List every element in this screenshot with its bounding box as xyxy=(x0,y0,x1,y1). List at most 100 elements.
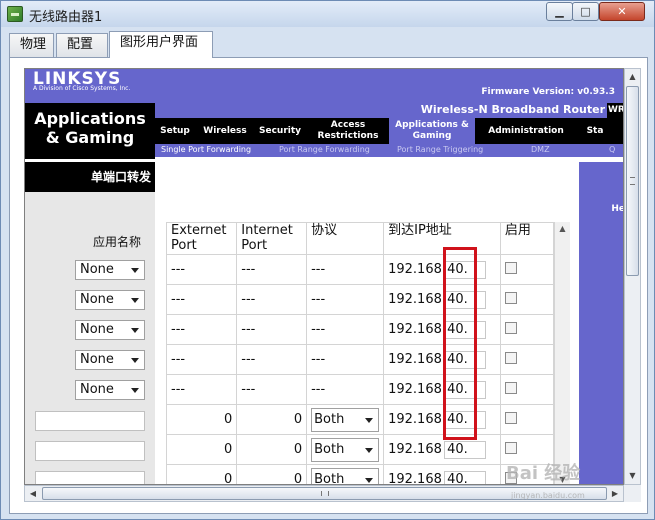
nav-security[interactable]: Security xyxy=(255,118,305,144)
ip-prefix: 192.168 xyxy=(388,471,442,485)
subnav-qos[interactable]: Q xyxy=(609,145,615,154)
internal-port-input[interactable]: 0 xyxy=(236,464,308,484)
enabled-checkbox[interactable] xyxy=(504,411,517,424)
app-select-1[interactable]: None xyxy=(75,260,145,280)
protocol-cell[interactable]: --- xyxy=(306,344,385,375)
window-title: 无线路由器1 xyxy=(29,10,103,25)
external-port-cell[interactable]: --- xyxy=(165,254,238,285)
page-subtitle: 单端口转发 xyxy=(25,162,155,192)
protocol-select[interactable]: Both xyxy=(311,407,380,432)
table-row: --- --- --- 192.168 40. xyxy=(165,314,555,345)
scroll-up-icon[interactable]: ▲ xyxy=(555,224,570,233)
chevron-down-icon xyxy=(131,388,139,393)
dest-ip-cell: 192.168 40. xyxy=(383,464,501,485)
nav-wireless[interactable]: Wireless xyxy=(199,118,251,144)
app-name-input-8[interactable] xyxy=(35,471,145,484)
protocol-cell[interactable]: --- xyxy=(306,254,385,285)
chevron-down-icon xyxy=(131,298,139,303)
dest-ip-cell: 192.168 40. xyxy=(383,374,501,405)
protocol-cell: Both xyxy=(306,404,385,435)
maximize-button[interactable]: □ xyxy=(572,2,599,21)
internal-port-input[interactable]: 0 xyxy=(236,434,308,465)
protocol-select[interactable]: Both xyxy=(311,467,380,484)
ip-prefix: 192.168 xyxy=(388,411,442,427)
ip-prefix: 192.168 xyxy=(388,381,442,397)
section-title: Applications & Gaming xyxy=(25,103,155,159)
nav-applications-gaming[interactable]: Applications & Gaming xyxy=(389,118,475,144)
chevron-down-icon xyxy=(365,447,374,453)
chevron-down-icon xyxy=(131,268,139,273)
enabled-checkbox[interactable] xyxy=(504,351,517,364)
sub-nav: Single Port Forwarding Port Range Forwar… xyxy=(155,144,623,157)
tab-config[interactable]: 配置 xyxy=(56,33,108,57)
internal-port-cell[interactable]: --- xyxy=(236,284,308,315)
subnav-port-triggering[interactable]: Port Range Triggering xyxy=(397,145,483,154)
enabled-checkbox[interactable] xyxy=(504,261,517,274)
nav-status[interactable]: Sta xyxy=(575,118,615,144)
help-link[interactable]: He xyxy=(611,204,623,214)
col-internal-port: Internet Port xyxy=(236,222,308,255)
app-select-5[interactable]: None xyxy=(75,380,145,400)
protocol-cell[interactable]: --- xyxy=(306,284,385,315)
scroll-left-icon[interactable]: ◀ xyxy=(25,486,41,501)
enabled-checkbox[interactable] xyxy=(504,381,517,394)
external-port-cell[interactable]: --- xyxy=(165,374,238,405)
table-row: 0 0 Both 192.168 40. xyxy=(165,464,555,485)
gui-panel: LINKSYS A Division of Cisco Systems, Inc… xyxy=(9,57,648,514)
internal-port-cell[interactable]: --- xyxy=(236,344,308,375)
internal-port-cell[interactable]: --- xyxy=(236,254,308,285)
external-port-cell[interactable]: --- xyxy=(165,344,238,375)
help-column: He xyxy=(576,162,623,484)
external-port-input[interactable]: 0 xyxy=(165,434,238,465)
model-name: WRT xyxy=(607,103,623,118)
app-select-4[interactable]: None xyxy=(75,350,145,370)
protocol-cell[interactable]: --- xyxy=(306,374,385,405)
enabled-cell xyxy=(499,374,555,405)
linksys-tagline: A Division of Cisco Systems, Inc. xyxy=(33,85,131,92)
app-name-input-6[interactable] xyxy=(35,411,145,431)
external-port-cell[interactable]: --- xyxy=(165,284,238,315)
ip-last-octet-input[interactable]: 40. xyxy=(444,470,487,484)
internal-port-cell[interactable]: --- xyxy=(236,374,308,405)
title-bar: 无线路由器1 ▁ □ ✕ xyxy=(1,1,654,27)
external-port-cell[interactable]: --- xyxy=(165,314,238,345)
subnav-single-port[interactable]: Single Port Forwarding xyxy=(161,145,251,154)
internal-port-cell[interactable]: --- xyxy=(236,314,308,345)
baidu-watermark-url: jingyan.baidu.com xyxy=(511,491,585,500)
dest-ip-cell: 192.168 40. xyxy=(383,344,501,375)
subnav-dmz[interactable]: DMZ xyxy=(531,145,550,154)
vertical-scroll-thumb[interactable] xyxy=(626,86,639,276)
tab-physical[interactable]: 物理 xyxy=(9,33,54,57)
scroll-up-icon[interactable]: ▲ xyxy=(625,69,640,85)
enabled-cell xyxy=(499,314,555,345)
nav-setup[interactable]: Setup xyxy=(155,118,195,144)
close-button[interactable]: ✕ xyxy=(599,2,645,21)
enabled-cell xyxy=(499,344,555,375)
protocol-select[interactable]: Both xyxy=(311,437,380,462)
minimize-button[interactable]: ▁ xyxy=(546,2,573,21)
vertical-scrollbar[interactable]: ▲ ▼ xyxy=(624,68,641,485)
subnav-port-range[interactable]: Port Range Forwarding xyxy=(279,145,370,154)
scroll-right-icon[interactable]: ▶ xyxy=(607,486,623,501)
enabled-checkbox[interactable] xyxy=(504,441,517,454)
app-select-2[interactable]: None xyxy=(75,290,145,310)
chevron-down-icon xyxy=(365,477,374,483)
ip-last-octet-input[interactable]: 40. xyxy=(444,440,487,459)
external-port-input[interactable]: 0 xyxy=(165,404,238,435)
internal-port-input[interactable]: 0 xyxy=(236,404,308,435)
tab-gui[interactable]: 图形用户界面 xyxy=(109,31,213,58)
nav-administration[interactable]: Administration xyxy=(481,118,571,144)
protocol-cell[interactable]: --- xyxy=(306,314,385,345)
external-port-input[interactable]: 0 xyxy=(165,464,238,484)
table-scrollbar[interactable]: ▲ ▼ xyxy=(554,222,570,484)
product-name: Wireless-N Broadband Router xyxy=(420,103,605,116)
enabled-checkbox[interactable] xyxy=(504,291,517,304)
product-bar: Wireless-N Broadband Router WRT xyxy=(155,103,623,118)
nav-access-restrictions[interactable]: Access Restrictions xyxy=(311,118,385,144)
app-select-3[interactable]: None xyxy=(75,320,145,340)
scroll-down-icon[interactable]: ▼ xyxy=(625,468,640,484)
enabled-checkbox[interactable] xyxy=(504,321,517,334)
table-row: 0 0 Both 192.168 40. xyxy=(165,434,555,465)
main-nav: Setup Wireless Security Access Restricti… xyxy=(155,118,623,144)
app-name-input-7[interactable] xyxy=(35,441,145,461)
